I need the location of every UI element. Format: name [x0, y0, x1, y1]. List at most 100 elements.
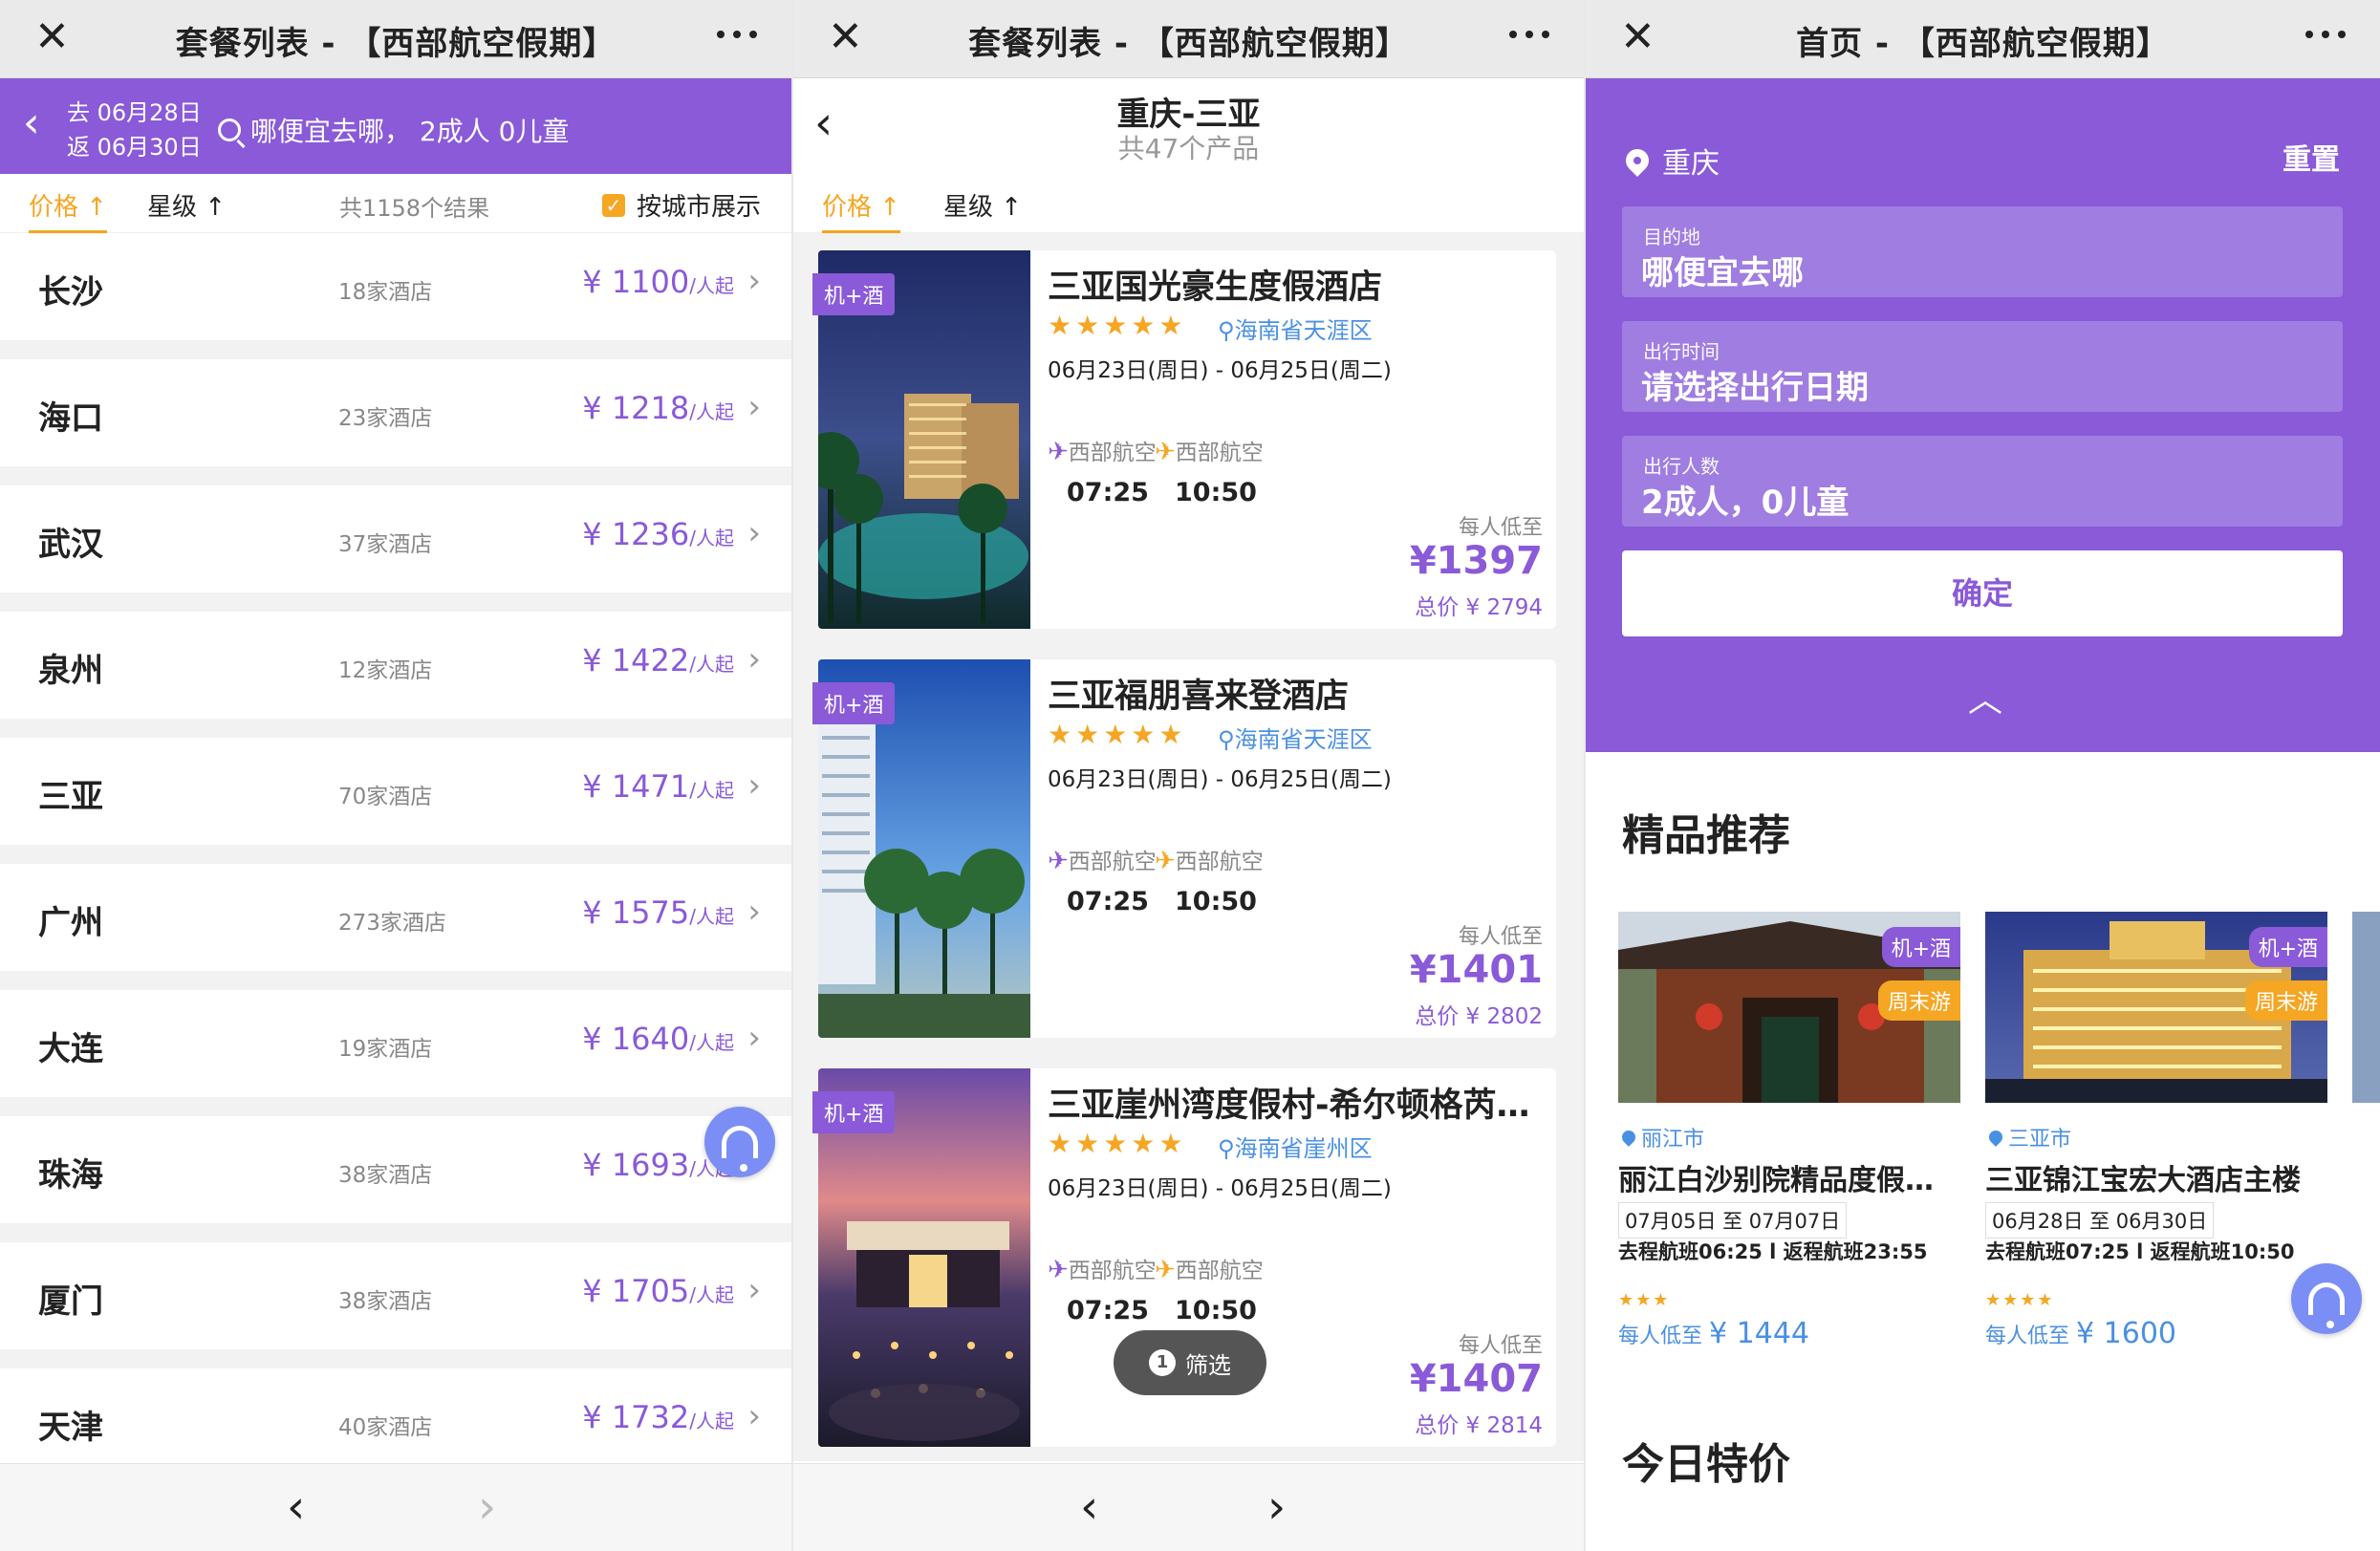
rec-city: 丽江市 — [1619, 1122, 1705, 1152]
more-icon[interactable] — [1509, 31, 1549, 38]
sort-price-tab[interactable]: 价格 ↑ — [29, 187, 108, 234]
chevron-right-icon: › — [747, 893, 761, 931]
price-unit: /人起 — [689, 1283, 734, 1306]
field-label: 目的地 — [1643, 226, 1700, 248]
city-price: ¥ 1471/人起 — [582, 768, 734, 805]
list-item[interactable]: 武汉 37家酒店 ¥ 1236/人起 › — [0, 485, 791, 592]
more-icon[interactable] — [717, 31, 757, 38]
search-field[interactable]: 哪便宜去哪， 2成人 0儿童 — [218, 111, 569, 149]
recommend-card[interactable]: 机+酒 周末游 三亚市 三亚锦江宝宏大酒店主楼 06月28日 至 06月30日 … — [1985, 912, 2327, 1361]
depart-date: 去 06月28日 — [67, 99, 202, 126]
location-pin-icon: ⚲ — [1218, 726, 1235, 753]
confirm-button[interactable]: 确定 — [1622, 550, 2343, 636]
plane-icon: ✈ — [1155, 1256, 1176, 1284]
price-unit: /人起 — [689, 1031, 734, 1054]
price-value: ¥ 1471 — [582, 768, 690, 805]
city-price: ¥ 1575/人起 — [582, 894, 734, 931]
package-badge: 机+酒 — [2248, 927, 2327, 967]
chevron-right-icon: › — [747, 640, 761, 679]
city-name: 长沙 — [38, 273, 103, 312]
result-count: 共1158个结果 — [339, 195, 490, 222]
field-value: 2成人，0儿童 — [1641, 484, 1850, 522]
hotel-count: 23家酒店 — [338, 406, 433, 431]
field-label: 出行时间 — [1643, 340, 1720, 363]
travel-date-field[interactable]: 出行时间请选择出行日期 — [1622, 321, 2343, 412]
city-name: 泉州 — [38, 652, 103, 690]
price: ¥1407 — [1409, 1357, 1543, 1401]
recommend-card[interactable]: 机+酒 周末游 丽江市 丽江白沙别院精品度假… 07月05日 至 07月07日 … — [1618, 912, 1960, 1361]
travel-dates: 06月23日(周日) - 06月25日(周二) — [1048, 1176, 1392, 1201]
product-count: 共47个产品 — [1117, 133, 1260, 164]
sort-star-tab[interactable]: 星级 ↑ — [147, 187, 226, 223]
total-price: 总价 ¥ 2814 — [1415, 1413, 1543, 1438]
rec-name: 丽江白沙别院精品度假… — [1618, 1164, 1934, 1197]
price-value: ¥ 1218 — [582, 390, 690, 426]
search-text: 哪便宜去哪， 2成人 0儿童 — [250, 116, 570, 147]
rec-price: 每人低至 ¥ 1444 — [1618, 1317, 1809, 1350]
city-price: ¥ 1640/人起 — [582, 1021, 734, 1057]
price-label: 每人低至 — [1458, 516, 1543, 540]
sort-star-tab[interactable]: 星级 ↑ — [943, 187, 1022, 223]
price-value: ¥ 1693 — [582, 1147, 690, 1183]
nav-forward-icon[interactable]: › — [1267, 1483, 1286, 1531]
city-price: ¥ 1422/人起 — [582, 642, 734, 679]
nav-back-icon[interactable]: ‹ — [287, 1483, 305, 1531]
return-time: 10:50 — [1175, 887, 1257, 916]
city-view-label: 按城市展示 — [636, 193, 761, 222]
outbound-time: 07:25 — [1067, 478, 1149, 507]
hotel-location: ⚲海南省崖州区 — [1218, 1130, 1373, 1163]
airline-name: 西部航空 — [1068, 1259, 1157, 1283]
field-value: 请选择出行日期 — [1641, 369, 1869, 407]
more-icon[interactable] — [2305, 31, 2346, 38]
return-date: 返 06月30日 — [67, 134, 202, 161]
travelers-field[interactable]: 出行人数 2成人，0儿童 — [1622, 436, 2343, 527]
filter-button[interactable]: 1 筛选 — [1114, 1330, 1266, 1395]
list-item[interactable]: 天津 40家酒店 ¥ 1732/人起 › — [0, 1368, 791, 1476]
list-item[interactable]: 三亚 70家酒店 ¥ 1471/人起 › — [0, 738, 791, 845]
city-name: 珠海 — [38, 1156, 103, 1195]
list-item[interactable]: 厦门 38家酒店 ¥ 1705/人起 › — [0, 1242, 791, 1349]
list-item[interactable]: 长沙 18家酒店 ¥ 1100/人起 › — [0, 233, 791, 340]
list-item[interactable]: 海口 23家酒店 ¥ 1218/人起 › — [0, 359, 791, 466]
rec-name: 三亚锦江宝宏大酒店主楼 — [1985, 1164, 2301, 1197]
sort-price-tab[interactable]: 价格 ↑ — [822, 187, 901, 234]
airline-name: 西部航空 — [1175, 850, 1264, 874]
page-title: 首页 - 【西部航空假期】 — [1796, 25, 2170, 63]
destination-field[interactable]: 目的地 哪便宜去哪 — [1622, 206, 2343, 297]
location-text: 海南省天涯区 — [1234, 726, 1373, 753]
customer-service-button[interactable] — [704, 1107, 775, 1177]
next-card-peek[interactable] — [2352, 912, 2380, 1103]
sort-bar: 价格 ↑ 星级 ↑ — [793, 174, 1584, 234]
city-view-toggle[interactable]: ✓ 按城市展示 — [601, 187, 761, 223]
price-value: ¥ 1422 — [582, 642, 690, 679]
home-panel: ✕ 首页 - 【西部航空假期】 重庆 重置 目的地 哪便宜去哪 出行时间 请选择出行… — [1586, 0, 2380, 1551]
date-range[interactable]: 去 06月28日 返 06月30日 — [67, 96, 202, 164]
back-icon[interactable]: ‹ — [23, 99, 40, 147]
star-rating: ★★★★★ — [1048, 310, 1187, 341]
list-item[interactable]: 广州 273家酒店 ¥ 1575/人起 › — [0, 864, 791, 971]
departure-city[interactable]: 重庆 — [1621, 140, 1720, 182]
price-value: ¥ 1444 — [1709, 1317, 1809, 1350]
nav-back-icon[interactable]: ‹ — [1080, 1483, 1098, 1531]
title-bar: ✕ 套餐列表 - 【西部航空假期】 — [0, 0, 791, 78]
star-rating: ★★★★★ — [1048, 719, 1187, 750]
city-name: 大连 — [38, 1030, 103, 1068]
list-item[interactable]: 泉州 12家酒店 ¥ 1422/人起 › — [0, 612, 791, 719]
reset-button[interactable]: 重置 — [2283, 136, 2340, 178]
page-title: 套餐列表 - 【西部航空假期】 — [175, 25, 617, 63]
customer-service-button[interactable] — [2291, 1263, 2362, 1334]
list-item[interactable]: 珠海38家酒店¥ 1693/人起› — [0, 1116, 791, 1223]
nav-forward-icon[interactable]: › — [478, 1483, 496, 1531]
return-time: 10:50 — [1175, 1296, 1257, 1325]
product-card[interactable]: 机+酒 三亚福朋喜来登酒店 ★★★★★ ⚲海南省天涯区 06月23日(周日) -… — [812, 659, 1556, 1038]
hotel-location: ⚲海南省天涯区 — [1218, 312, 1373, 345]
price-unit: /人起 — [689, 779, 734, 802]
chevron-up-icon[interactable]: ︿ — [1968, 683, 2002, 718]
hotel-count: 273家酒店 — [338, 911, 446, 936]
return-airline: ✈西部航空 — [1155, 843, 1264, 875]
package-badge: 机+酒 — [812, 682, 896, 724]
package-badge: 机+酒 — [1881, 927, 1960, 967]
product-card[interactable]: 机+酒 三亚国光豪生度假酒店 ★★★★★ ⚲海南省天涯区 06月23日(周日) … — [812, 250, 1556, 629]
rec-city-name: 丽江市 — [1641, 1128, 1705, 1152]
list-item[interactable]: 大连 19家酒店 ¥ 1640/人起 › — [0, 990, 791, 1097]
